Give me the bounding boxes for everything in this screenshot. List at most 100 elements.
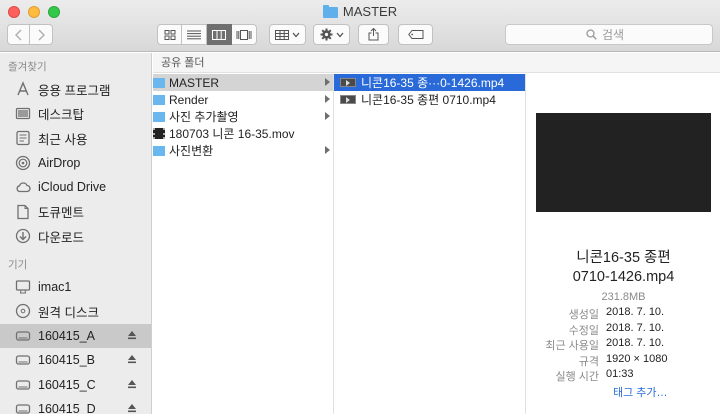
sidebar-item-recents[interactable]: 최근 사용 bbox=[0, 126, 151, 151]
list-item[interactable]: 사진변환 bbox=[153, 142, 333, 159]
icon-view-button[interactable] bbox=[157, 24, 182, 45]
remote-disc-icon bbox=[15, 303, 31, 319]
sidebar-item-imac1[interactable]: imac1 bbox=[0, 275, 151, 300]
sidebar-item-airdrop[interactable]: AirDrop bbox=[0, 151, 151, 176]
chevron-down-icon bbox=[336, 32, 343, 37]
sidebar-item-icloud-drive[interactable]: iCloud Drive bbox=[0, 175, 151, 200]
imac-icon bbox=[15, 279, 31, 295]
grid-group-icon bbox=[275, 29, 289, 40]
disclosure-arrow-icon bbox=[325, 146, 330, 154]
back-button[interactable] bbox=[7, 24, 30, 45]
sidebar-item-label: 데스크탑 bbox=[38, 108, 85, 123]
list-item[interactable]: 니콘16-35 종···0-1426.mp4 bbox=[334, 74, 525, 91]
preview-file-name-line1: 니콘16-35 종편 bbox=[576, 250, 671, 266]
item-label: 니콘16-35 종편 0710.mp4 bbox=[361, 93, 496, 107]
view-mode-switcher bbox=[157, 24, 257, 45]
preview-pane: 니콘16-35 종편 0710-1426.mp4 231.8MB 생성일 201… bbox=[527, 74, 720, 414]
search-input[interactable] bbox=[602, 27, 632, 42]
sidebar-item-label: 160415_C bbox=[38, 377, 96, 392]
sidebar-item-remote-disc[interactable]: 원격 디스크 bbox=[0, 299, 151, 324]
list-view-button[interactable] bbox=[182, 24, 207, 45]
gallery-view-button[interactable] bbox=[232, 24, 257, 45]
meta-value: 2018. 7. 10. bbox=[606, 337, 665, 349]
folder-icon bbox=[153, 145, 165, 156]
folder-icon bbox=[153, 111, 165, 122]
eject-icon[interactable] bbox=[127, 354, 137, 364]
desktop-icon bbox=[15, 106, 31, 122]
sidebar-item-desktop[interactable]: 데스크탑 bbox=[0, 102, 151, 127]
list-item[interactable]: 니콘16-35 종편 0710.mp4 bbox=[334, 91, 525, 108]
folder-icon bbox=[153, 94, 165, 105]
share-button[interactable] bbox=[358, 24, 389, 45]
sidebar-item-label: 원격 디스크 bbox=[38, 305, 99, 320]
chevron-left-icon bbox=[14, 28, 22, 41]
window-title: MASTER bbox=[0, 4, 720, 19]
meta-key: 최근 사용일 bbox=[545, 340, 599, 352]
meta-row: 실행 시간 01:33 bbox=[527, 368, 720, 384]
forward-button[interactable] bbox=[30, 24, 53, 45]
sidebar-item-160415-a[interactable]: 160415_A bbox=[0, 323, 151, 348]
sidebar-section-devices: 기기 bbox=[8, 258, 28, 271]
meta-row: 규격 1920 × 1080 bbox=[527, 353, 720, 369]
meta-row: 수정일 2018. 7. 10. bbox=[527, 322, 720, 338]
meta-key: 규격 bbox=[578, 355, 599, 368]
movie-file-icon bbox=[153, 128, 165, 139]
sidebar-item-label: AirDrop bbox=[38, 155, 81, 170]
list-item[interactable]: MASTER bbox=[153, 74, 333, 91]
item-label: Render bbox=[169, 92, 209, 107]
path-header: 공유 폴더 bbox=[153, 53, 720, 73]
video-thumbnail[interactable] bbox=[536, 113, 711, 212]
search-icon bbox=[586, 29, 597, 40]
column-view-button[interactable] bbox=[207, 24, 232, 45]
navigation-buttons bbox=[7, 24, 53, 45]
list-item[interactable]: 사진 추가촬영 bbox=[153, 108, 333, 125]
sidebar-item-downloads[interactable]: 다운로드 bbox=[0, 224, 151, 249]
disclosure-arrow-icon bbox=[325, 78, 330, 86]
meta-key: 수정일 bbox=[568, 324, 599, 337]
browser-column-1: MASTER Render 사진 추가촬영 180703 니콘 16-35.mo… bbox=[153, 74, 334, 414]
recents-icon bbox=[15, 130, 31, 146]
item-label: MASTER bbox=[169, 75, 220, 90]
documents-icon bbox=[15, 204, 31, 220]
column-view-icon bbox=[212, 29, 226, 40]
folder-icon bbox=[153, 77, 165, 88]
eject-icon[interactable] bbox=[127, 403, 137, 413]
eject-icon[interactable] bbox=[127, 379, 137, 389]
item-label: 사진 추가촬영 bbox=[169, 110, 239, 124]
action-button[interactable] bbox=[313, 24, 350, 45]
search-field[interactable] bbox=[505, 24, 713, 45]
sidebar-item-label: imac1 bbox=[38, 279, 72, 294]
sidebar-item-160415-c[interactable]: 160415_C bbox=[0, 373, 151, 398]
sidebar-item-documents[interactable]: 도큐멘트 bbox=[0, 200, 151, 225]
list-item[interactable]: Render bbox=[153, 91, 333, 108]
sidebar-item-160415-b[interactable]: 160415_B bbox=[0, 348, 151, 373]
sidebar-item-label: 다운로드 bbox=[38, 230, 85, 245]
sidebar-item-160415-d[interactable]: 160415_D bbox=[0, 397, 151, 414]
tags-button[interactable] bbox=[398, 24, 433, 45]
drive-icon bbox=[15, 352, 31, 368]
sidebar: 즐겨찾기 응용 프로그램 데스크탑 최근 사용 AirDrop iCloud D… bbox=[0, 53, 152, 414]
group-by-button[interactable] bbox=[269, 24, 306, 45]
gear-icon bbox=[320, 28, 332, 41]
applications-icon bbox=[15, 81, 31, 97]
add-tags-link[interactable]: 태그 추가… bbox=[613, 384, 668, 400]
chevron-right-icon bbox=[38, 28, 45, 41]
meta-value: 1920 × 1080 bbox=[606, 352, 668, 365]
gallery-view-icon bbox=[236, 29, 252, 40]
list-item[interactable]: 180703 니콘 16-35.mov bbox=[153, 125, 333, 142]
preview-file-size: 231.8MB bbox=[601, 291, 646, 303]
item-label: 니콘16-35 종···0-1426.mp4 bbox=[361, 76, 505, 90]
drive-icon bbox=[15, 401, 31, 414]
eject-icon[interactable] bbox=[127, 330, 137, 340]
meta-value: 2018. 7. 10. bbox=[606, 306, 665, 318]
sidebar-item-label: 160415_D bbox=[38, 402, 96, 414]
meta-value: 01:33 bbox=[606, 368, 634, 380]
meta-key: 생성일 bbox=[568, 309, 599, 321]
sidebar-item-applications[interactable]: 응용 프로그램 bbox=[0, 77, 151, 102]
meta-value: 2018. 7. 10. bbox=[606, 321, 665, 334]
folder-icon bbox=[322, 4, 338, 18]
disclosure-arrow-icon bbox=[325, 95, 330, 103]
sidebar-item-label: 최근 사용 bbox=[38, 132, 88, 147]
drive-icon bbox=[15, 377, 31, 393]
share-icon bbox=[368, 28, 379, 41]
